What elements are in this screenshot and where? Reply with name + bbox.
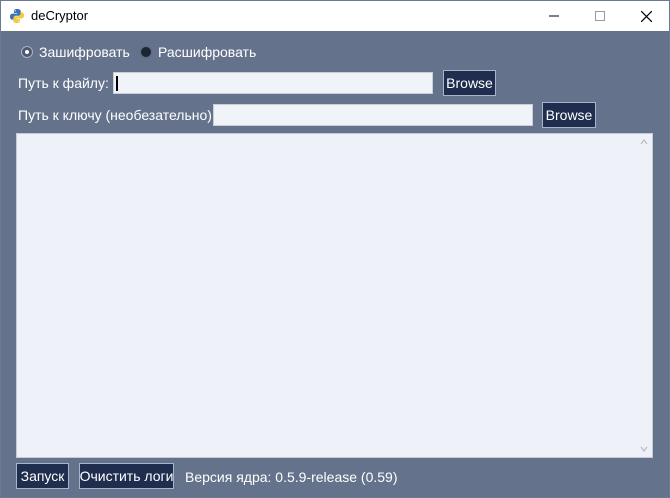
clear-logs-button[interactable]: Очистить логи bbox=[79, 463, 174, 489]
radio-encrypt-label[interactable]: Зашифровать bbox=[39, 44, 130, 60]
log-area[interactable] bbox=[16, 133, 653, 458]
app-window: deCryptor Зашифровать Расшифровать Путь … bbox=[0, 0, 670, 498]
key-path-label: Путь к ключу (необезательно): bbox=[18, 107, 216, 123]
minimize-icon bbox=[549, 15, 559, 17]
text-caret bbox=[116, 76, 118, 91]
close-button[interactable] bbox=[623, 1, 669, 31]
scroll-up-icon[interactable] bbox=[640, 138, 648, 146]
version-text: Версия ядра: 0.5.9-release (0.59) bbox=[185, 469, 398, 485]
maximize-icon bbox=[595, 11, 605, 21]
run-button[interactable]: Запуск bbox=[16, 463, 69, 489]
browse-key-button[interactable]: Browse bbox=[542, 102, 596, 128]
minimize-button[interactable] bbox=[531, 1, 577, 31]
file-path-label: Путь к файлу: bbox=[18, 75, 109, 91]
radio-decrypt-indicator[interactable] bbox=[140, 46, 152, 58]
maximize-button[interactable] bbox=[577, 1, 623, 31]
python-icon bbox=[10, 9, 24, 23]
radio-encrypt-indicator[interactable] bbox=[21, 46, 33, 58]
title-bar[interactable]: deCryptor bbox=[1, 1, 669, 31]
file-path-input[interactable] bbox=[113, 72, 433, 94]
scroll-down-icon[interactable] bbox=[640, 445, 648, 453]
close-icon bbox=[640, 10, 652, 22]
window-title: deCryptor bbox=[31, 8, 89, 23]
log-scrollbar[interactable] bbox=[636, 134, 652, 457]
browse-file-button[interactable]: Browse bbox=[443, 70, 496, 96]
radio-decrypt-label[interactable]: Расшифровать bbox=[158, 44, 256, 60]
key-path-input[interactable] bbox=[213, 104, 533, 126]
main-panel: Зашифровать Расшифровать Путь к файлу: B… bbox=[1, 31, 669, 497]
